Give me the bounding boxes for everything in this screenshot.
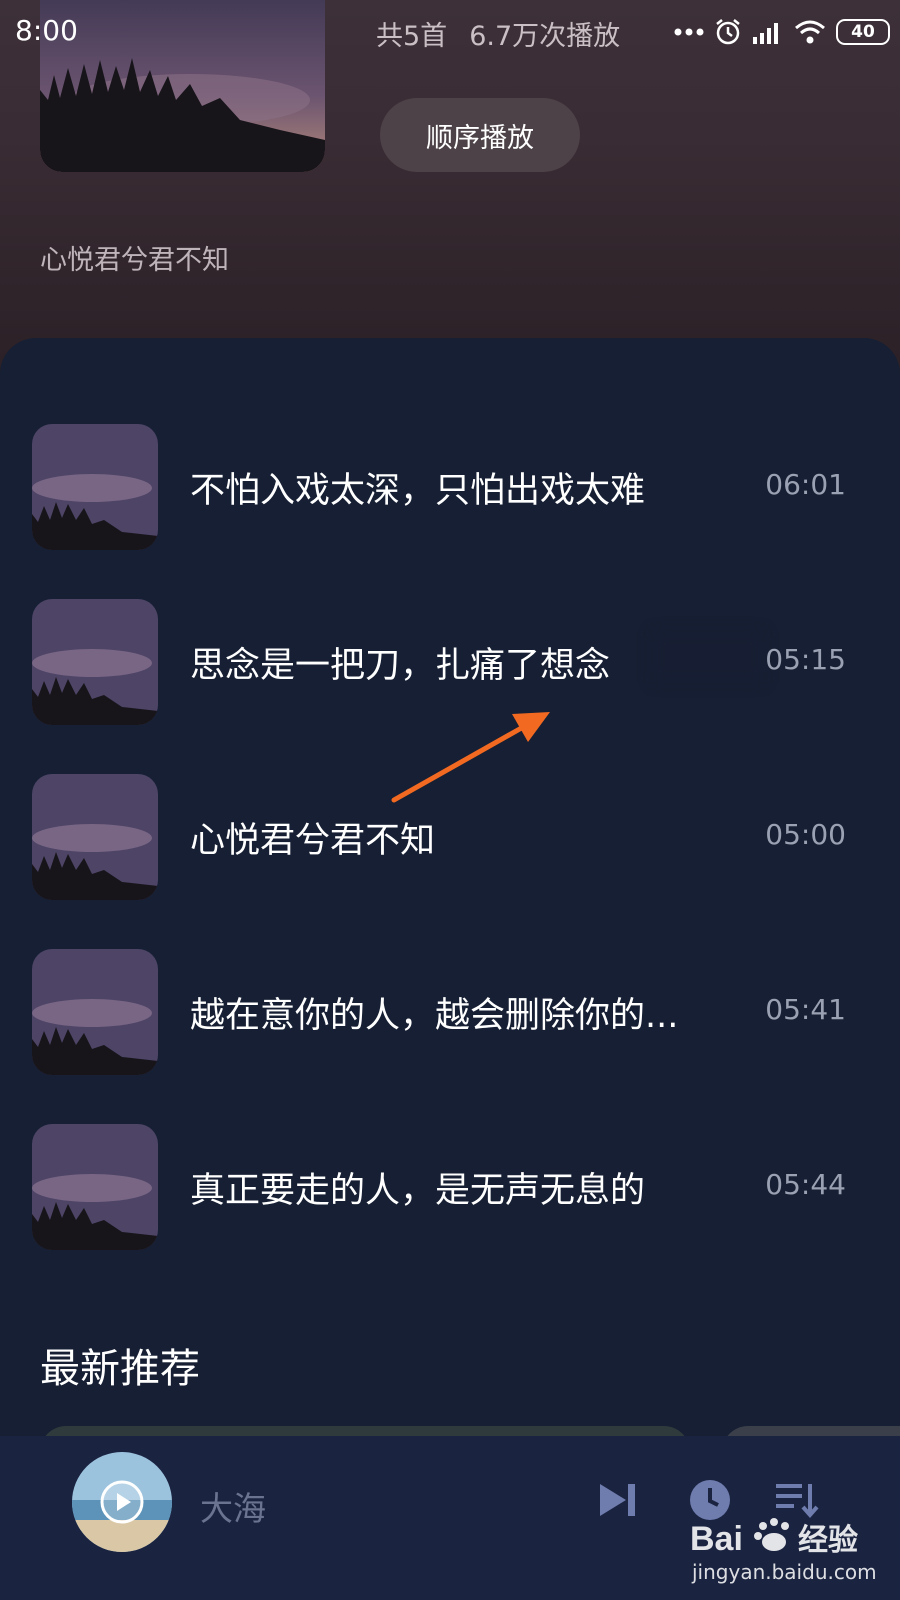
status-bar: 8:00 40 <box>0 0 900 64</box>
status-icons: 40 <box>674 14 890 50</box>
status-time: 8:00 <box>15 14 78 47</box>
song-row[interactable]: 不怕入戏太深，只怕出戏太难 06:01 <box>0 424 900 574</box>
battery-level: 40 <box>851 22 875 42</box>
song-duration: 06:01 <box>765 468 846 501</box>
svg-text:经验: 经验 <box>798 1523 858 1558</box>
song-row[interactable]: 思念是一把刀，扎痛了想念 05:15 <box>0 599 900 749</box>
mini-player-cover[interactable] <box>72 1452 172 1552</box>
song-duration: 05:44 <box>765 1168 846 1201</box>
signal-icon <box>753 23 778 44</box>
song-thumbnail <box>32 424 158 550</box>
more-dots-icon <box>674 28 704 36</box>
song-thumbnail <box>32 599 158 725</box>
mini-player-title: 大海 <box>200 1489 266 1528</box>
play-order-button[interactable]: 顺序播放 <box>380 98 580 172</box>
song-thumbnail <box>32 1124 158 1250</box>
song-duration: 05:15 <box>765 643 846 676</box>
playlist-description: 心悦君兮君不知 <box>40 245 229 276</box>
alarm-icon <box>716 19 740 45</box>
song-title: 不怕入戏太深，只怕出戏太难 <box>190 471 646 511</box>
song-duration: 05:00 <box>765 818 846 851</box>
song-title: 心悦君兮君不知 <box>190 821 436 861</box>
blurred-text-patch <box>652 631 764 683</box>
song-title: 真正要走的人，是无声无息的 <box>190 1171 646 1211</box>
song-thumbnail <box>32 949 158 1075</box>
wifi-icon <box>795 20 825 44</box>
battery-indicator: 40 <box>836 19 890 45</box>
watermark-url: jingyan.baidu.com <box>692 1560 877 1584</box>
song-row[interactable]: 越在意你的人，越会删除你的... 05:41 <box>0 949 900 1099</box>
song-row[interactable]: 真正要走的人，是无声无息的 05:44 <box>0 1124 900 1274</box>
song-thumbnail <box>32 774 158 900</box>
song-list-panel: 不怕入戏太深，只怕出戏太难 06:01 思念是一把刀，扎痛了想念 05:15 心… <box>0 338 900 1438</box>
section-title-latest: 最新推荐 <box>40 1346 200 1392</box>
song-row[interactable]: 心悦君兮君不知 05:00 <box>0 774 900 924</box>
song-title: 越在意你的人，越会删除你的... <box>190 996 679 1036</box>
song-duration: 05:41 <box>765 993 846 1026</box>
next-track-icon[interactable] <box>594 1476 642 1524</box>
svg-text:Bai: Bai <box>690 1520 743 1558</box>
